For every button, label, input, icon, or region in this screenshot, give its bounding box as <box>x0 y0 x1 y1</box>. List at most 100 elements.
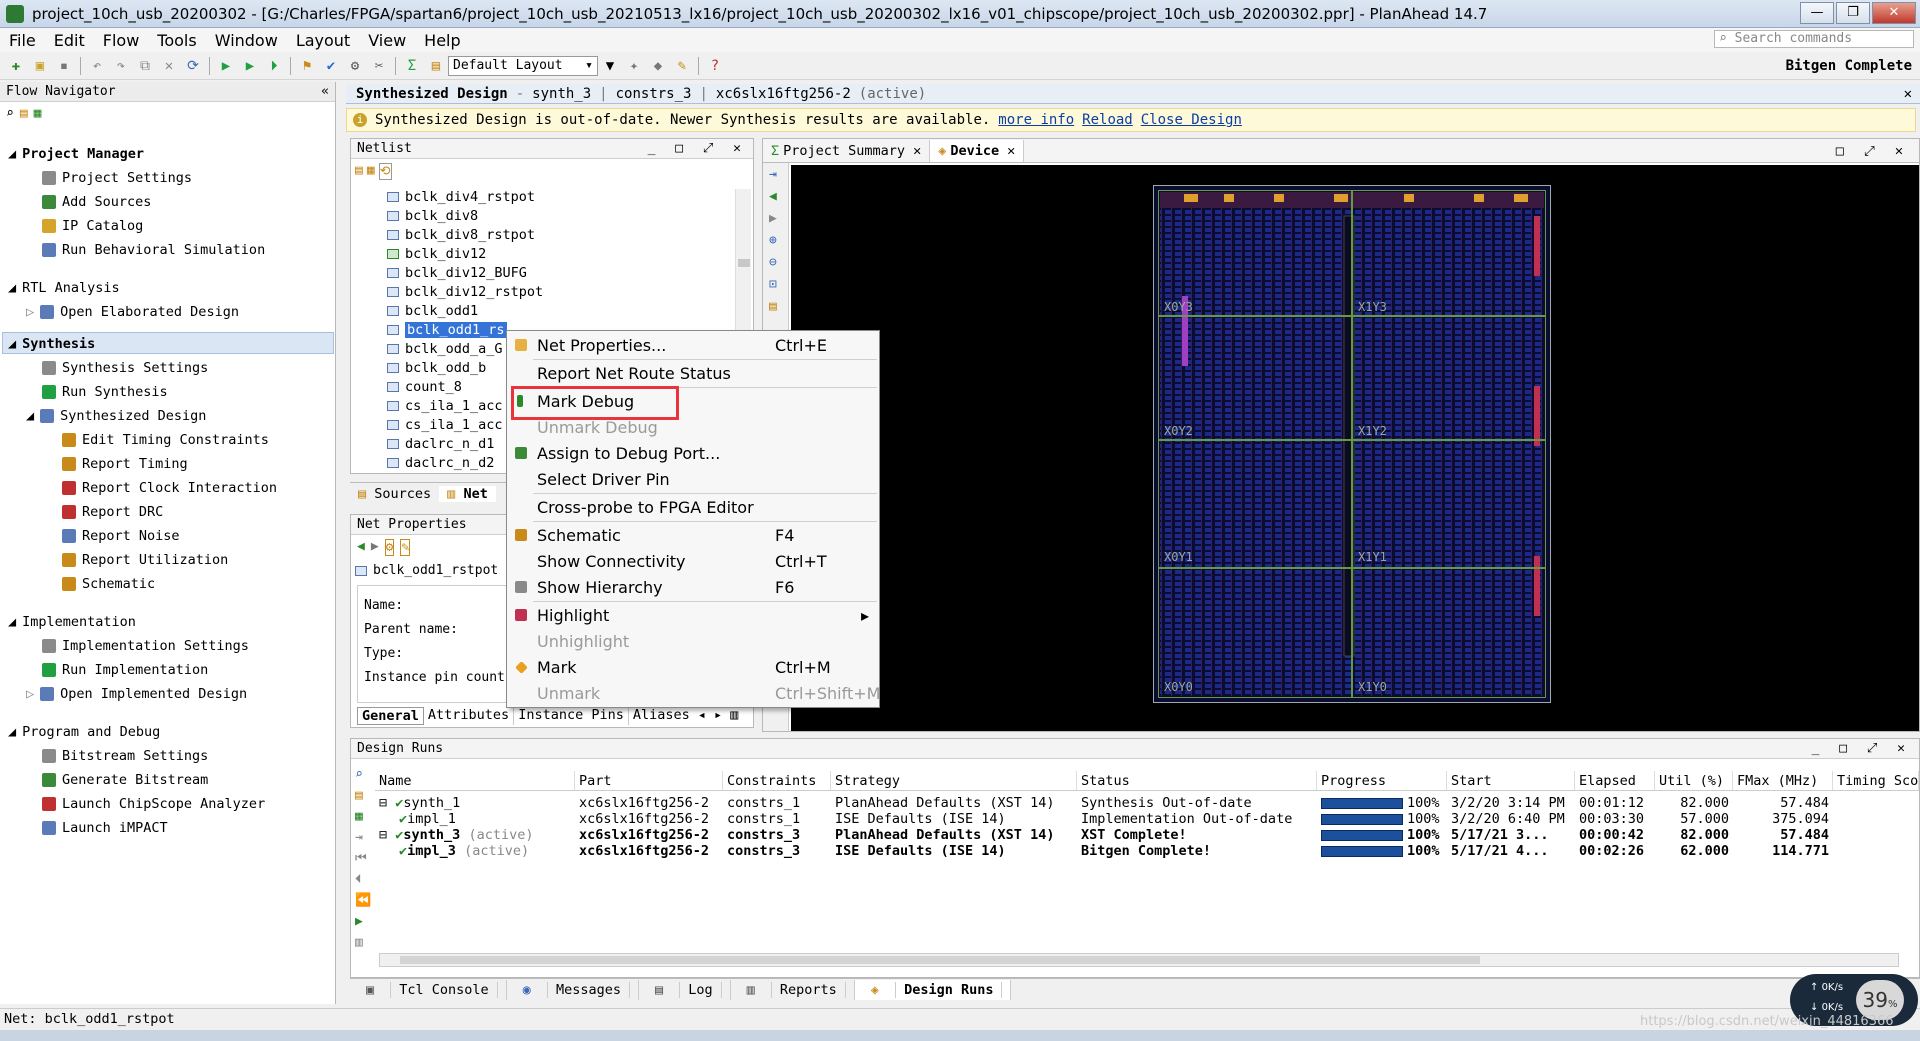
netlist-row[interactable]: cs_ila_1_acc <box>387 417 503 433</box>
runs-horizontal-scrollbar[interactable] <box>379 953 1899 967</box>
run-selected-icon[interactable]: ⇥ <box>355 830 373 845</box>
wand-icon[interactable]: ✎ <box>672 56 692 76</box>
sync-icon[interactable]: ⟲ <box>378 163 392 180</box>
tab-messages[interactable]: ◉ Messages <box>507 979 639 1000</box>
collapse-icon[interactable]: ⊟ <box>379 795 395 811</box>
nav-edit-timing-constraints[interactable]: Edit Timing Constraints <box>62 432 269 448</box>
tab-log[interactable]: ▤ Log <box>639 979 731 1000</box>
minimize-button[interactable]: — <box>1800 2 1834 24</box>
marker-icon[interactable]: ◆ <box>648 56 668 76</box>
netlist-row[interactable]: cs_ila_1_acc <box>387 398 503 414</box>
expand-all-icon[interactable]: ▦ <box>355 809 373 824</box>
search-icon[interactable]: ⌕ <box>6 106 14 121</box>
nav-report-drc[interactable]: Report DRC <box>62 504 163 520</box>
rewind-icon[interactable]: ⏪ <box>355 893 373 908</box>
select-area-icon[interactable]: ⇥ <box>769 167 777 182</box>
help-icon[interactable]: ? <box>705 56 725 76</box>
tab-sources[interactable]: ▤ Sources <box>350 486 439 502</box>
sigma-icon[interactable]: Σ <box>402 56 422 76</box>
table-row[interactable]: ✔impl_1 xc6slx16ftg256-2 constrs_1 ISE D… <box>375 811 1919 827</box>
menu-select-driver-pin[interactable]: Select Driver Pin <box>507 467 879 491</box>
tab-device[interactable]: ◈ Device ✕ <box>930 139 1025 162</box>
tab-project-summary[interactable]: Σ Project Summary ✕ <box>763 139 931 162</box>
nav-launch-impact[interactable]: Launch iMPACT <box>42 820 168 836</box>
nav-report-timing[interactable]: Report Timing <box>62 456 188 472</box>
table-row[interactable]: ⊟ ✔synth_1 xc6slx16ftg256-2 constrs_1 Pl… <box>375 795 1919 811</box>
run-icon[interactable]: ▶ <box>216 56 236 76</box>
program-icon[interactable]: ⚑ <box>297 56 317 76</box>
netlist-row[interactable]: bclk_odd1 <box>387 303 478 319</box>
netlist-row[interactable]: count_8 <box>387 379 462 395</box>
reload-link[interactable]: Reload <box>1082 112 1133 128</box>
search-icon[interactable]: ⌕ <box>355 767 373 782</box>
nav-project-settings[interactable]: Project Settings <box>42 170 192 186</box>
layout-select[interactable]: Default Layout ▾ <box>448 55 598 76</box>
copy-icon[interactable]: ⧉ <box>135 56 155 76</box>
col-start[interactable]: Start <box>1447 771 1575 790</box>
col-fmax[interactable]: FMax (MHz) <box>1733 771 1833 790</box>
menu-highlight[interactable]: Highlight ▸ <box>507 603 879 627</box>
save-icon[interactable]: ▪ <box>54 56 74 76</box>
col-util[interactable]: Util (%) <box>1655 771 1733 790</box>
close-window-button[interactable]: ✕ <box>1872 2 1916 24</box>
new-project-icon[interactable]: ✚ <box>6 56 26 76</box>
menu-edit[interactable]: Edit <box>45 31 94 50</box>
menu-report-net-route-status[interactable]: Report Net Route Status <box>507 361 879 385</box>
tab-netlist[interactable]: ▥ Net <box>439 485 496 502</box>
menu-file[interactable]: File <box>0 31 45 50</box>
col-strategy[interactable]: Strategy <box>831 771 1077 790</box>
nav-open-implemented-design[interactable]: ▷ Open Implemented Design <box>26 686 247 702</box>
tools-icon[interactable]: ⚙ <box>384 539 395 556</box>
reset-runs-icon[interactable]: ▥ <box>355 935 373 950</box>
zoom-fit-icon[interactable]: ⊡ <box>769 277 777 292</box>
menu-show-hierarchy[interactable]: Show Hierarchy F6 <box>507 575 879 599</box>
col-constraints[interactable]: Constraints <box>723 771 831 790</box>
nav-bitstream-settings[interactable]: Bitstream Settings <box>42 748 208 764</box>
undo-icon[interactable]: ↶ <box>87 56 107 76</box>
gear-icon[interactable]: ⚙ <box>345 56 365 76</box>
close-design-link[interactable]: Close Design <box>1141 112 1242 128</box>
netlist-row[interactable]: bclk_div12 <box>387 246 486 262</box>
device-canvas[interactable]: X0Y3 X1Y3 X0Y2 X1Y2 X0Y1 X1Y1 X0Y0 X1Y0 <box>791 165 1919 731</box>
col-timing-score[interactable]: Timing Sco <box>1833 771 1919 790</box>
check-icon[interactable]: ✔ <box>321 56 341 76</box>
forward-icon[interactable]: ▶ <box>769 211 777 226</box>
menu-net-properties[interactable]: Net Properties... Ctrl+E <box>507 333 879 357</box>
previous-icon[interactable]: ⏴ <box>355 872 373 887</box>
delete-icon[interactable]: ✕ <box>159 56 179 76</box>
table-row[interactable]: ⊟ ✔synth_3 (active) xc6slx16ftg256-2 con… <box>375 827 1919 843</box>
first-icon[interactable]: ⏮ <box>355 851 373 866</box>
layout-dropdown-icon[interactable]: ▼ <box>600 56 620 76</box>
col-status[interactable]: Status <box>1077 771 1317 790</box>
section-synthesis[interactable]: ◢ Synthesis <box>8 336 95 352</box>
nav-implementation-settings[interactable]: Implementation Settings <box>42 638 249 654</box>
run-bitgen-icon[interactable]: ⏵ <box>264 56 284 76</box>
nav-schematic[interactable]: Schematic <box>62 576 155 592</box>
nav-report-clock-interaction[interactable]: Report Clock Interaction <box>62 480 277 496</box>
pin-icon[interactable]: ✎ <box>400 539 411 556</box>
panel-controls[interactable]: _ □ ⤢ ✕ <box>648 141 747 156</box>
menu-layout[interactable]: Layout <box>287 31 359 50</box>
tab-attributes[interactable]: Attributes <box>424 707 515 725</box>
close-design-icon[interactable]: ✕ <box>1904 86 1912 102</box>
menu-flow[interactable]: Flow <box>94 31 149 50</box>
collapse-icon[interactable]: « <box>321 84 329 99</box>
maximize-button[interactable]: ❐ <box>1836 2 1870 24</box>
tab-instance-pins[interactable]: Instance Pins <box>514 707 629 725</box>
tab-tcl-console[interactable]: ▣ Tcl Console <box>350 979 507 1000</box>
launch-runs-icon[interactable]: ▶ <box>355 914 373 929</box>
netlist-row[interactable]: bclk_odd_a_G <box>387 341 503 357</box>
menu-show-connectivity[interactable]: Show Connectivity Ctrl+T <box>507 549 879 573</box>
redo-icon[interactable]: ↷ <box>111 56 131 76</box>
open-project-icon[interactable]: ▣ <box>30 56 50 76</box>
tools-icon[interactable]: ✂ <box>369 56 389 76</box>
close-tab-icon[interactable]: ✕ <box>1007 143 1015 159</box>
back-icon[interactable]: ◀ <box>357 539 365 556</box>
expand-all-icon[interactable]: ▦ <box>367 163 375 180</box>
netlist-row[interactable]: bclk_div12_BUFG <box>387 265 527 281</box>
collapse-all-icon[interactable]: ▤ <box>355 163 363 180</box>
section-program-debug[interactable]: ◢ Program and Debug <box>8 724 160 740</box>
layout-icon[interactable]: ▤ <box>426 56 446 76</box>
nav-launch-chipscope[interactable]: Launch ChipScope Analyzer <box>42 796 265 812</box>
expand-all-icon[interactable]: ▦ <box>34 106 42 121</box>
